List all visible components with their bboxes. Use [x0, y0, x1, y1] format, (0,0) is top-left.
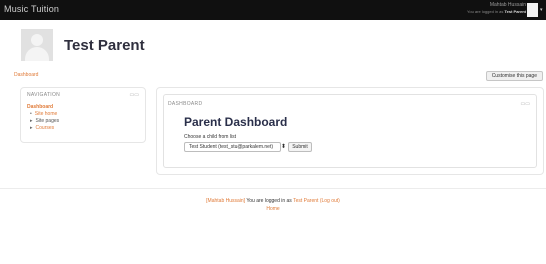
dashboard-block: DASHBOARD ▭▭ Parent Dashboard Choose a c… — [163, 94, 537, 168]
customise-page-button[interactable]: Customise this page — [485, 71, 543, 81]
child-select[interactable]: Test Student (test_stu@parkalem.net) — [184, 142, 281, 152]
bullet-icon: • — [30, 111, 32, 117]
expand-arrow-icon: ▸ — [30, 125, 33, 131]
choose-child-label: Choose a child from list — [184, 134, 236, 140]
navbar-user-name[interactable]: Mahtab Hussain — [467, 2, 526, 9]
nav-item-label: Site home — [34, 111, 58, 117]
submit-button[interactable]: Submit — [288, 142, 312, 152]
footer-home-link[interactable]: Home — [0, 206, 546, 212]
dashboard-title: Parent Dashboard — [184, 115, 288, 129]
navbar-login-user[interactable]: Test Parent — [505, 9, 527, 14]
avatar-shoulders-shape — [25, 47, 49, 61]
block-actions-icon[interactable]: ▭▭ — [130, 92, 139, 98]
site-name-link[interactable]: Music Tuition — [4, 4, 59, 14]
dashboard-block-header: DASHBOARD — [168, 101, 203, 107]
logout-link[interactable]: (Log out) — [320, 198, 340, 204]
nav-item-site-pages[interactable]: ▸ Site pages — [30, 118, 59, 124]
breadcrumb-dashboard[interactable]: Dashboard — [14, 72, 38, 78]
nav-item-courses[interactable]: ▸ Courses — [30, 125, 54, 131]
top-navbar: Music Tuition Mahtab Hussain You are log… — [0, 0, 546, 20]
chevron-down-icon[interactable]: ▾ — [540, 8, 545, 13]
main-region: DASHBOARD ▭▭ Parent Dashboard Choose a c… — [156, 87, 544, 175]
footer-user-link[interactable]: [Mahtab Hussain] — [206, 198, 245, 204]
nav-item-dashboard[interactable]: Dashboard — [27, 104, 53, 110]
user-menu[interactable]: Mahtab Hussain You are logged in as Test… — [467, 2, 526, 15]
navbar-login-prefix: You are logged in as — [467, 9, 504, 14]
footer-divider — [0, 188, 546, 189]
footer-login-text: You are logged in as — [246, 198, 292, 204]
avatar-head-shape — [31, 34, 43, 46]
footer-profile-link[interactable]: Test Parent — [293, 198, 318, 204]
user-avatar — [21, 29, 53, 61]
select-arrows-icon[interactable]: ⬍ — [281, 143, 286, 151]
nav-item-site-home[interactable]: • Site home — [30, 111, 57, 117]
page-title: Test Parent — [64, 37, 145, 54]
nav-item-label: Site pages — [35, 118, 60, 124]
expand-arrow-icon: ▸ — [30, 118, 33, 124]
footer-login-info: [Mahtab Hussain] You are logged in as Te… — [0, 198, 546, 204]
nav-item-label: Courses — [35, 125, 55, 131]
navbar-login-info: You are logged in as Test Parent — [467, 9, 526, 15]
block-actions-icon[interactable]: ▭▭ — [521, 101, 530, 107]
navigation-block: NAVIGATION ▭▭ Dashboard • Site home ▸ Site… — [20, 87, 146, 143]
navigation-block-title: NAVIGATION — [27, 92, 61, 98]
navbar-avatar[interactable] — [527, 3, 538, 17]
